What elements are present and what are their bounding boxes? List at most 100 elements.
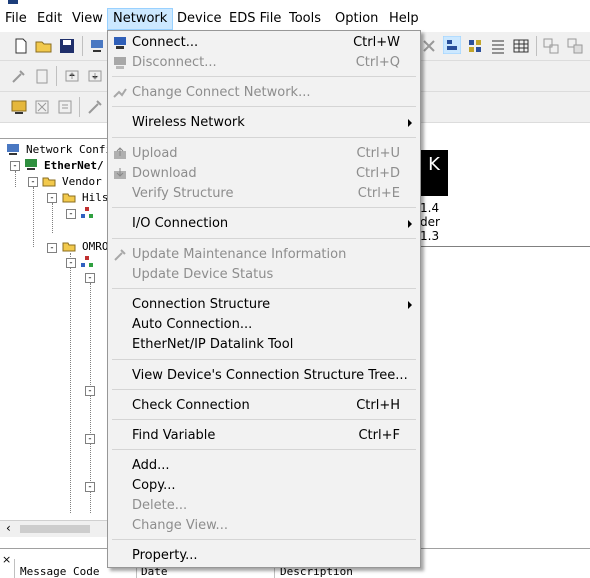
- device-image[interactable]: K: [420, 150, 448, 196]
- menu-item-shortcut: Ctrl+W: [353, 35, 400, 50]
- menu-view[interactable]: View: [67, 9, 108, 29]
- menu-item-verify-structure[interactable]: Verify Structure Ctrl+E: [108, 184, 420, 204]
- menu-separator: [112, 359, 416, 360]
- tree-collapse-toggle[interactable]: -: [47, 243, 57, 253]
- menu-item-shortcut: Ctrl+F: [358, 428, 400, 443]
- menu-item-download[interactable]: Download Ctrl+D: [108, 164, 420, 184]
- close-x-icon[interactable]: [420, 37, 438, 55]
- chevron-right-icon: [408, 301, 412, 309]
- menu-item-check-connection[interactable]: Check Connection Ctrl+H: [108, 396, 420, 416]
- network-config-icon: [7, 144, 19, 155]
- tree-horizontal-scrollbar[interactable]: ‹: [0, 520, 107, 537]
- chevron-right-icon: [408, 119, 412, 127]
- menu-item-change-connect-network[interactable]: Change Connect Network...: [108, 83, 420, 103]
- menu-device[interactable]: Device: [172, 9, 226, 29]
- menu-item-upload[interactable]: Upload Ctrl+U: [108, 144, 420, 164]
- menu-item-delete[interactable]: Delete...: [108, 496, 420, 516]
- device-info-line-1: 1.4: [420, 201, 440, 215]
- menu-item-shortcut: Ctrl+Q: [355, 55, 400, 70]
- menu-item-auto-connection[interactable]: Auto Connection...: [108, 315, 420, 335]
- tool-icon[interactable]: [10, 67, 28, 85]
- toolbar-separator: [56, 66, 57, 86]
- tree-collapse-toggle[interactable]: -: [66, 209, 76, 219]
- menu-edit[interactable]: Edit: [32, 9, 67, 29]
- menu-item-view-connection-tree[interactable]: View Device's Connection Structure Tree.…: [108, 366, 420, 386]
- tree-root-label[interactable]: Network Confi: [26, 143, 112, 156]
- delete-icon[interactable]: [33, 98, 51, 116]
- menu-item-find-variable[interactable]: Find Variable Ctrl+F: [108, 426, 420, 446]
- menu-item-connection-structure[interactable]: Connection Structure: [108, 295, 420, 315]
- menu-item-update-maintenance[interactable]: Update Maintenance Information: [108, 245, 420, 265]
- tree-hils-label[interactable]: Hils: [82, 191, 109, 204]
- change-network-icon: [113, 88, 127, 98]
- view-large-icon[interactable]: [443, 36, 461, 54]
- tree-line: [70, 253, 71, 513]
- view-small-icon[interactable]: [466, 37, 484, 55]
- menu-item-connect[interactable]: Connect... Ctrl+W: [108, 33, 420, 53]
- tree-collapse-toggle[interactable]: -: [66, 258, 76, 268]
- network-menu: Connect... Ctrl+W Disconnect... Ctrl+Q C…: [107, 30, 421, 568]
- paste-tree-icon[interactable]: [566, 37, 584, 55]
- menu-item-io-connection[interactable]: I/O Connection: [108, 214, 420, 234]
- menu-item-shortcut: Ctrl+U: [356, 146, 400, 161]
- menu-separator: [112, 76, 416, 77]
- column-separator: [14, 559, 15, 578]
- menu-item-label: Change Connect Network...: [132, 85, 311, 100]
- menu-item-copy[interactable]: Copy...: [108, 476, 420, 496]
- menu-item-shortcut: Ctrl+D: [355, 166, 400, 181]
- property-icon[interactable]: [56, 98, 74, 116]
- new-file-icon[interactable]: [12, 37, 30, 55]
- menu-item-label: Auto Connection...: [132, 317, 253, 332]
- monitor-icon[interactable]: [10, 98, 28, 116]
- tree-vendor-label[interactable]: Vendor: [62, 175, 102, 188]
- upload-toolbar-icon[interactable]: [63, 67, 81, 85]
- chevron-right-icon: [408, 220, 412, 228]
- menu-separator: [112, 449, 416, 450]
- menu-item-change-view[interactable]: Change View...: [108, 516, 420, 536]
- close-message-icon[interactable]: ×: [2, 553, 11, 566]
- menu-item-update-device-status[interactable]: Update Device Status: [108, 265, 420, 285]
- menu-item-add[interactable]: Add...: [108, 456, 420, 476]
- menu-separator: [112, 288, 416, 289]
- menu-item-datalink-tool[interactable]: EtherNet/IP Datalink Tool: [108, 335, 420, 355]
- download-toolbar-icon[interactable]: [86, 67, 104, 85]
- menu-item-label: Disconnect...: [132, 55, 217, 70]
- view-list-icon[interactable]: [489, 37, 507, 55]
- tree-collapse-toggle[interactable]: -: [85, 482, 95, 492]
- wizard-icon[interactable]: [86, 98, 104, 116]
- tree-collapse-toggle[interactable]: -: [28, 177, 38, 187]
- save-icon[interactable]: [58, 37, 76, 55]
- tree-collapse-toggle[interactable]: -: [10, 161, 20, 171]
- menu-option[interactable]: Option: [330, 9, 383, 29]
- tree-line: [90, 283, 91, 513]
- open-folder-icon[interactable]: [35, 37, 53, 55]
- menu-help[interactable]: Help: [384, 9, 424, 29]
- menu-item-disconnect[interactable]: Disconnect... Ctrl+Q: [108, 53, 420, 73]
- menu-network[interactable]: Network: [107, 8, 174, 30]
- menu-file[interactable]: File: [0, 9, 32, 29]
- menu-item-label: Verify Structure: [132, 186, 234, 201]
- view-detail-icon[interactable]: [512, 37, 530, 55]
- menu-eds-file[interactable]: EDS File: [224, 9, 286, 29]
- folder-icon: [62, 242, 76, 252]
- menu-item-label: Download: [132, 166, 197, 181]
- tree-collapse-toggle[interactable]: -: [85, 273, 95, 283]
- tree-omron-label[interactable]: OMRO: [82, 240, 109, 253]
- toolbar-separator: [536, 36, 537, 56]
- connect-toolbar-icon[interactable]: [88, 37, 106, 55]
- tree-collapse-toggle[interactable]: -: [85, 434, 95, 444]
- tree-collapse-toggle[interactable]: -: [47, 193, 57, 203]
- copy-tree-icon[interactable]: [542, 37, 560, 55]
- menu-item-label: Connect...: [132, 35, 199, 50]
- tree-line: [33, 187, 34, 247]
- clipboard-icon[interactable]: [33, 67, 51, 85]
- message-code-header[interactable]: Message Code: [20, 565, 99, 578]
- network-line: [420, 246, 590, 247]
- tree-network-label[interactable]: EtherNet/: [44, 159, 104, 172]
- scroll-left-icon[interactable]: ‹: [6, 521, 11, 535]
- menu-tools[interactable]: Tools: [284, 9, 326, 29]
- tree-collapse-toggle[interactable]: -: [85, 386, 95, 396]
- scroll-thumb[interactable]: [20, 525, 90, 533]
- menu-item-wireless-network[interactable]: Wireless Network: [108, 113, 420, 133]
- menu-item-property[interactable]: Property...: [108, 546, 420, 566]
